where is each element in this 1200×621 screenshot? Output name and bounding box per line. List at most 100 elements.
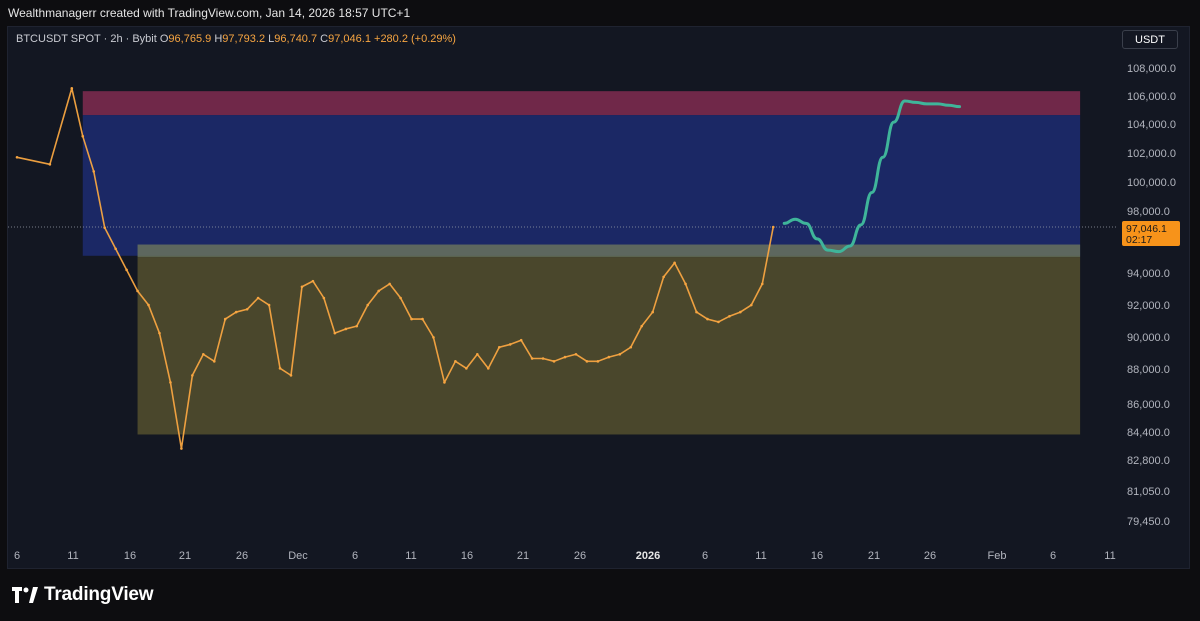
x-axis-tick: 26 [924, 550, 936, 562]
price-point-nov-30 [278, 367, 282, 370]
price-point-nov-9 [48, 163, 52, 166]
price-point-dec-30 [607, 355, 611, 359]
price-point-dec-15 [443, 381, 446, 384]
price-chart[interactable]: 108,000.0 106,000.0 104,000.0 102,000.0 100,… [0, 0, 1200, 621]
symbol-legend: BTCUSDT SPOT · 2h · Bybit O96,765.9 H97,… [16, 33, 456, 45]
price-point-nov-22 [191, 374, 194, 377]
price-point-nov-23 [202, 352, 205, 356]
x-axis-tick: Dec [288, 550, 308, 562]
price-point-dec-6 [344, 327, 348, 331]
price-point-jan-4 [662, 275, 665, 279]
price-point-dec-19 [486, 367, 490, 370]
low-value: 96,740.7 [274, 33, 318, 45]
price-point-dec-28 [585, 360, 589, 363]
price-point-dec-3 [311, 279, 315, 283]
price-point-jan-13 [760, 282, 764, 286]
price-point-nov-25 [223, 317, 227, 321]
high-value: 97,793.2 [222, 33, 266, 45]
x-axis-tick: 2026 [636, 550, 660, 562]
price-point-dec-17 [465, 367, 468, 370]
price-point-jan-11 [739, 310, 742, 314]
price-point-dec-21 [508, 343, 512, 346]
y-axis-tick: 104,000.0 [1127, 119, 1176, 131]
price-point-jan-6 [684, 282, 687, 286]
price-point-nov-20 [169, 381, 172, 384]
price-point-dec-1 [289, 374, 293, 377]
price-point-dec-2 [300, 285, 304, 289]
x-axis-tick: 16 [124, 550, 136, 562]
x-axis-tick: 11 [1104, 550, 1115, 562]
price-zone-3 [137, 244, 1081, 258]
y-axis-tick: 82,800.0 [1127, 455, 1170, 467]
price-zone-4 [137, 257, 1081, 435]
y-axis-tick: 108,000.0 [1127, 63, 1176, 75]
price-point-dec-20 [497, 345, 501, 349]
tradingview-logo-icon [12, 587, 38, 603]
y-axis-tick: 79,450.0 [1127, 516, 1170, 528]
price-point-dec-9 [377, 289, 380, 293]
x-axis-tick: 11 [405, 550, 416, 562]
x-axis-tick: 16 [811, 550, 823, 562]
price-point-nov-13 [92, 170, 96, 173]
x-axis-tick: 21 [517, 550, 529, 562]
x-axis-tick: Feb [988, 550, 1007, 562]
price-point-jan-5 [673, 261, 676, 265]
x-axis-tick: 26 [236, 550, 248, 562]
price-point-dec-23 [530, 357, 534, 360]
price-point-dec-31 [618, 352, 622, 356]
price-point-dec-12 [410, 317, 413, 321]
x-axis-tick: 11 [67, 550, 78, 562]
price-point-dec-7 [355, 324, 359, 328]
price-point-nov-11 [70, 87, 74, 90]
price-point-nov-6 [15, 155, 19, 159]
price-point-jan-8 [706, 317, 709, 321]
symbol-name: BTCUSDT SPOT · 2h · Bybit [16, 33, 157, 45]
price-point-dec-5 [333, 331, 337, 335]
x-axis-tick: 21 [868, 550, 880, 562]
price-point-jan-2 [640, 324, 644, 328]
price-point-dec-18 [476, 352, 479, 356]
y-axis-tick: 98,000.0 [1127, 206, 1170, 218]
x-axis-tick: 6 [1050, 550, 1056, 562]
price-point-nov-26 [234, 310, 238, 314]
price-point-jan-10 [728, 314, 731, 318]
price-point-dec-25 [552, 360, 556, 363]
x-axis-tick: 21 [179, 550, 191, 562]
price-point-dec-11 [399, 296, 402, 300]
price-point-jan-9 [717, 320, 720, 324]
price-point-dec-8 [366, 303, 370, 307]
price-point-nov-21 [180, 447, 183, 450]
bar-countdown: 02:17 [1126, 234, 1152, 246]
price-point-dec-10 [388, 282, 391, 286]
y-axis-tick: 86,000.0 [1127, 399, 1170, 411]
y-axis-tick: 88,000.0 [1127, 364, 1170, 376]
close-label: C [320, 33, 329, 45]
tradingview-logo-text: TradingView [44, 584, 154, 605]
price-point-nov-24 [212, 360, 216, 363]
price-point-dec-29 [596, 360, 600, 363]
price-point-dec-14 [432, 336, 435, 339]
price-point-nov-16 [125, 268, 128, 272]
price-point-nov-15 [114, 247, 117, 251]
open-value: 96,765.9 [168, 33, 212, 45]
price-point-nov-28 [256, 296, 260, 300]
price-point-nov-19 [158, 331, 161, 335]
y-axis-tick: 100,000.0 [1127, 177, 1176, 189]
price-point-jan-1 [629, 345, 633, 349]
price-point-nov-14 [103, 226, 106, 229]
price-point-dec-4 [322, 296, 326, 300]
price-point-jan-12 [750, 303, 753, 307]
price-zone-2 [82, 115, 1081, 256]
y-axis-tick: 94,000.0 [1127, 268, 1170, 280]
price-point-nov-27 [245, 307, 249, 311]
tradingview-logo: TradingView [12, 584, 154, 606]
price-point-dec-26 [563, 355, 567, 359]
x-axis-tick: 11 [755, 550, 766, 562]
price-point-dec-13 [421, 317, 424, 321]
x-axis-tick: 6 [14, 550, 20, 562]
change-value: +280.2 (+0.29%) [374, 33, 456, 45]
y-axis-tick: 92,000.0 [1127, 300, 1170, 312]
y-axis-tick: 84,400.0 [1127, 427, 1170, 439]
currency-unit-button[interactable]: USDT [1122, 30, 1178, 49]
price-point-nov-18 [147, 303, 150, 307]
